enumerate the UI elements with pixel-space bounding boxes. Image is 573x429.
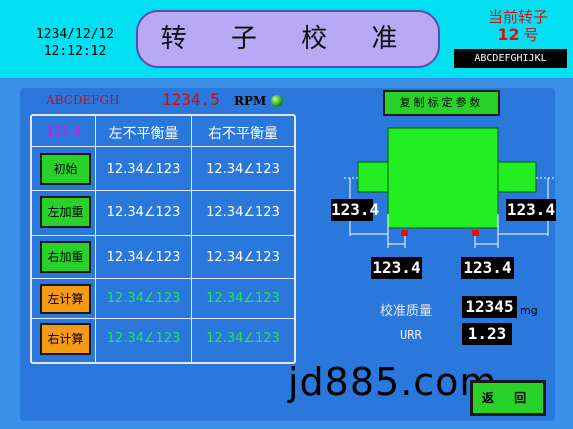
left-calculate-button[interactable]: 左计算 xyxy=(40,284,91,314)
bottom-left-distance-display: 123.4 xyxy=(371,257,422,279)
right-unbalance-value: 12.34∠123 xyxy=(206,250,280,265)
copy-calibration-params-button[interactable]: 复制标定参数 xyxy=(383,90,500,116)
left-unbalance-value: 12.34∠123 xyxy=(106,162,181,177)
left-add-weight-button[interactable]: 左加重 xyxy=(40,196,91,228)
current-rotor-number: 12 号 xyxy=(470,24,566,45)
right-distance-display: 123.4 xyxy=(506,199,556,221)
initial-button[interactable]: 初始 xyxy=(40,153,91,185)
table-divider xyxy=(32,190,294,191)
table-divider xyxy=(191,116,192,362)
rpm-unit: RPM xyxy=(234,94,267,108)
rotor-diagram xyxy=(344,127,554,248)
right-unbalance-value: 12.34∠123 xyxy=(206,331,280,346)
left-weight-marker xyxy=(401,230,408,236)
status-led-icon xyxy=(271,95,283,107)
left-unbalance-value: 12.34∠123 xyxy=(106,291,181,306)
rotor-code-display: ABCDEFGHIJKL xyxy=(454,49,567,68)
rotor-number-value: 12 xyxy=(497,25,520,44)
table-divider xyxy=(32,146,294,147)
right-add-weight-button[interactable]: 右加重 xyxy=(40,241,91,273)
left-unbalance-value: 12.34∠123 xyxy=(106,205,181,220)
urr-label: URR xyxy=(400,328,422,342)
right-calculate-button[interactable]: 右计算 xyxy=(40,323,91,355)
left-unbalance-value: 12.34∠123 xyxy=(106,250,181,265)
column-header-left-unbalance: 左不平衡量 xyxy=(108,126,179,142)
right-unbalance-value: 12.34∠123 xyxy=(206,162,280,177)
time-text: 12:12:12 xyxy=(43,44,107,59)
left-distance-display: 123.4 xyxy=(331,199,380,221)
table-divider xyxy=(32,318,294,319)
rotor-body xyxy=(387,127,499,229)
mass-unit: mg xyxy=(520,304,538,317)
watermark-text: jd885.com xyxy=(288,360,498,404)
table-divider xyxy=(95,116,96,362)
date-text: 1234/12/12 xyxy=(35,27,115,42)
urr-value: 1.23 xyxy=(462,323,512,345)
right-weight-marker xyxy=(472,230,479,236)
rpm-value: 1234.5 xyxy=(162,90,220,109)
table-divider xyxy=(32,278,294,279)
status-label: ABCDEFGH xyxy=(46,93,120,107)
right-unbalance-value: 12.34∠123 xyxy=(206,205,280,220)
calibration-mass-value: 12345 xyxy=(462,296,517,318)
rotor-number-unit: 号 xyxy=(523,26,539,44)
column-header-right-unbalance: 右不平衡量 xyxy=(208,126,278,142)
back-button[interactable]: 返 回 xyxy=(470,380,546,416)
table-corner-value: 123.4 xyxy=(46,124,81,138)
table-divider xyxy=(32,235,294,236)
calibration-mass-label: 校准质量 xyxy=(380,304,433,319)
bottom-right-distance-display: 123.4 xyxy=(461,257,514,279)
left-unbalance-value: 12.34∠123 xyxy=(106,331,181,346)
datetime-display: 1234/12/12 12:12:12 xyxy=(30,26,120,60)
right-unbalance-value: 12.34∠123 xyxy=(206,291,280,306)
page-title: 转 子 校 准 xyxy=(160,24,416,54)
